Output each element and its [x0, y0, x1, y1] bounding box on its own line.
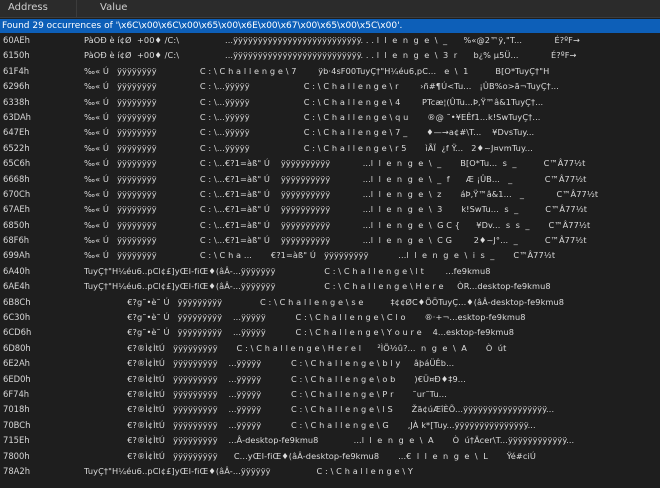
table-row[interactable]: 6D80h €?®Ì¢ÌtÚ ÿÿÿÿÿÿÿÿÿ C : \ C h a l l…	[0, 341, 660, 356]
table-row[interactable]: 70BCh €?®Ì¢ÌtÚ ÿÿÿÿÿÿÿÿÿ ...ÿÿÿÿÿ C : \ …	[0, 418, 660, 433]
address-cell: 6F74h	[3, 388, 30, 399]
search-status-bar: Found 29 occurrences of '\x6C\x00\x6C\x0…	[0, 19, 660, 33]
results-list: 60AEh PàOÐ è í¢Ø +00♦ /C:\ ...ÿÿÿÿÿÿÿÿÿÿÿ…	[0, 33, 660, 479]
value-cell: TuyÇ†"H¼éu6..pCl¢£]yŒI-fiŒ♦(âÂ-...ÿÿÿÿÿÿ…	[84, 465, 422, 476]
address-cell: 6E2Ah	[3, 358, 30, 369]
table-row[interactable]: 65C6h ‰« Ú ÿÿÿÿÿÿÿÿ C : \...€?1=àß" Ú ÿÿÿ…	[0, 156, 660, 171]
table-row[interactable]: 68F6h ‰« Ú ÿÿÿÿÿÿÿÿ C : \...€?1=àß" Ú ÿÿÿ…	[0, 233, 660, 248]
address-cell: 78A2h	[3, 465, 31, 476]
address-cell: 6A40h	[3, 265, 31, 276]
value-cell: €?®Ì¢ÌtÚ ÿÿÿÿÿÿÿÿÿ ...ÿÿÿÿÿ C : \ C h a …	[84, 388, 447, 399]
value-cell: ‰« Ú ÿÿÿÿÿÿÿÿ C : \...€?1=àß" Ú ÿÿÿÿÿÿÿÿ…	[84, 204, 588, 215]
address-cell: 6296h	[3, 81, 30, 92]
address-cell: 7800h	[3, 450, 30, 461]
address-cell: 6338h	[3, 96, 30, 107]
table-row[interactable]: 6522h ‰« Ú ÿÿÿÿÿÿÿÿ C : \...ÿÿÿÿÿ C : \ C…	[0, 141, 660, 156]
table-row[interactable]: 647Eh ‰« Ú ÿÿÿÿÿÿÿÿ C : \...ÿÿÿÿÿ C : \ C…	[0, 125, 660, 140]
value-column-header[interactable]: Value	[100, 2, 127, 13]
value-cell: €?®Ì¢ÌtÚ ÿÿÿÿÿÿÿÿÿ ...ÿÿÿÿÿ C : \ C h a …	[84, 358, 455, 369]
value-cell: €?g˜•è˜ Ú ÿÿÿÿÿÿÿÿÿ ...ÿÿÿÿÿ C : \ C h a…	[84, 312, 526, 323]
hex-search-results-window: Address Value Found 29 occurrences of '\…	[0, 0, 660, 488]
address-cell: 6C30h	[3, 312, 31, 323]
address-cell: 6B8Ch	[3, 296, 31, 307]
value-cell: €?®Ì¢ÌtÚ ÿÿÿÿÿÿÿÿÿ ...ÿÿÿÿÿ C : \ C h a …	[84, 404, 555, 415]
value-cell: ‰« Ú ÿÿÿÿÿÿÿÿ C : \ C h a l l e n g e \ …	[84, 65, 550, 76]
table-row[interactable]: 6668h ‰« Ú ÿÿÿÿÿÿÿÿ C : \...€?1=àß" Ú ÿÿÿ…	[0, 172, 660, 187]
table-row[interactable]: 6AE4h TuyÇ†"H¼éu6..pCl¢£]yŒI-fiŒ♦(âÂ-...ÿ…	[0, 279, 660, 294]
address-cell: 65C6h	[3, 158, 31, 169]
address-cell: 63DAh	[3, 111, 31, 122]
address-cell: 7018h	[3, 404, 30, 415]
value-cell: PàOÐ è í¢Ø +00♦ /C:\ ...ÿÿÿÿÿÿÿÿÿÿÿÿÿÿÿÿ…	[84, 50, 577, 61]
value-cell: PàOÐ è í¢Ø +00♦ /C:\ ...ÿÿÿÿÿÿÿÿÿÿÿÿÿÿÿÿ…	[84, 35, 580, 45]
address-cell: 6D80h	[3, 342, 31, 353]
address-cell: 715Eh	[3, 435, 30, 446]
address-cell: 61F4h	[3, 65, 30, 76]
address-cell: 6AE4h	[3, 281, 30, 292]
address-cell: 6150h	[3, 50, 30, 61]
value-cell: ‰« Ú ÿÿÿÿÿÿÿÿ C : \...ÿÿÿÿÿ C : \ C h a …	[84, 142, 533, 153]
value-cell: ‰« Ú ÿÿÿÿÿÿÿÿ C : \...€?1=àß" Ú ÿÿÿÿÿÿÿÿ…	[84, 235, 587, 246]
value-cell: €?®Ì¢ÌtÚ ÿÿÿÿÿÿÿÿÿ ...ÿÿÿÿÿ C : \ C h a …	[84, 373, 466, 384]
address-cell: 60AEh	[3, 35, 30, 45]
address-cell: 68F6h	[3, 235, 30, 246]
table-row[interactable]: 6150h PàOÐ è í¢Ø +00♦ /C:\ ...ÿÿÿÿÿÿÿÿÿÿÿ…	[0, 48, 660, 63]
table-row[interactable]: 6A40h TuyÇ†"H¼éu6..pCl¢£]yŒI-fiŒ♦(âÂ-...ÿ…	[0, 264, 660, 279]
table-row[interactable]: 6296h ‰« Ú ÿÿÿÿÿÿÿÿ C : \...ÿÿÿÿÿ C : \ C…	[0, 79, 660, 94]
value-cell: ‰« Ú ÿÿÿÿÿÿÿÿ C : \...ÿÿÿÿÿ C : \ C h a …	[84, 127, 535, 138]
value-cell: TuyÇ†"H¼éu6..pCl¢£]yŒI-fiŒ♦(âÂ-...ÿÿÿÿÿÿ…	[84, 281, 551, 292]
table-row[interactable]: 78A2h TuyÇ†"H¼éu6..pCl¢£]yŒI-fiŒ♦(âÂ-...ÿ…	[0, 464, 660, 479]
table-row[interactable]: 61F4h ‰« Ú ÿÿÿÿÿÿÿÿ C : \ C h a l l e n g…	[0, 64, 660, 79]
value-cell: €?®Ì¢ÌtÚ ÿÿÿÿÿÿÿÿÿ ...Â-desktop-fe9kmu8 …	[84, 435, 575, 446]
table-row[interactable]: 7800h €?®Ì¢ÌtÚ ÿÿÿÿÿÿÿÿÿ C...yŒI-fiŒ♦(âÂ…	[0, 449, 660, 464]
address-column-header[interactable]: Address	[8, 2, 58, 13]
table-row[interactable]: 6338h ‰« Ú ÿÿÿÿÿÿÿÿ C : \...ÿÿÿÿÿ C : \ C…	[0, 95, 660, 110]
table-row[interactable]: 6CD6h €?g˜•è˜ Ú ÿÿÿÿÿÿÿÿÿ ...ÿÿÿÿÿ C : \…	[0, 325, 660, 340]
value-cell: €?g˜•è˜ Ú ÿÿÿÿÿÿÿÿÿ C : \ C h a l l e n …	[84, 296, 565, 307]
address-cell: 6ED0h	[3, 373, 31, 384]
value-cell: ‰« Ú ÿÿÿÿÿÿÿÿ C : \ C h a ... €?1=àß" Ú …	[84, 250, 556, 261]
table-row[interactable]: 63DAh ‰« Ú ÿÿÿÿÿÿÿÿ C : \...ÿÿÿÿÿ C : \ C…	[0, 110, 660, 125]
value-cell: ‰« Ú ÿÿÿÿÿÿÿÿ C : \...ÿÿÿÿÿ C : \ C h a …	[84, 96, 544, 107]
address-cell: 670Ch	[3, 188, 31, 199]
value-cell: ‰« Ú ÿÿÿÿÿÿÿÿ C : \...ÿÿÿÿÿ C : \ C h a …	[84, 81, 559, 92]
column-header: Address Value	[0, 0, 660, 18]
column-separator[interactable]	[76, 0, 77, 17]
value-cell: €?®Ì¢ÌtÚ ÿÿÿÿÿÿÿÿÿ ...ÿÿÿÿÿ C : \ C h a …	[84, 419, 536, 430]
value-cell: €?g˜•è˜ Ú ÿÿÿÿÿÿÿÿÿ ...ÿÿÿÿÿ C : \ C h a…	[84, 327, 515, 338]
table-row[interactable]: 6F74h €?®Ì¢ÌtÚ ÿÿÿÿÿÿÿÿÿ ...ÿÿÿÿÿ C : \ …	[0, 387, 660, 402]
table-row[interactable]: 670Ch ‰« Ú ÿÿÿÿÿÿÿÿ C : \...€?1=àß" Ú ÿÿÿ…	[0, 187, 660, 202]
value-cell: ‰« Ú ÿÿÿÿÿÿÿÿ C : \...€?1=àß" Ú ÿÿÿÿÿÿÿÿ…	[84, 219, 591, 230]
value-cell: €?®Ì¢ÌtÚ ÿÿÿÿÿÿÿÿÿ C : \ C h a l l e n g…	[84, 342, 507, 353]
address-cell: 67AEh	[3, 204, 30, 215]
value-cell: ‰« Ú ÿÿÿÿÿÿÿÿ C : \...€?1=àß" Ú ÿÿÿÿÿÿÿÿ…	[84, 158, 586, 169]
address-cell: 6668h	[3, 173, 30, 184]
address-cell: 6CD6h	[3, 327, 32, 338]
address-cell: 6522h	[3, 142, 30, 153]
table-row[interactable]: 7018h €?®Ì¢ÌtÚ ÿÿÿÿÿÿÿÿÿ ...ÿÿÿÿÿ C : \ …	[0, 402, 660, 417]
table-row[interactable]: 6B8Ch €?g˜•è˜ Ú ÿÿÿÿÿÿÿÿÿ C : \ C h a l …	[0, 295, 660, 310]
value-cell: TuyÇ†"H¼éu6..pCl¢£]yŒI-fiŒ♦(âÂ-...ÿÿÿÿÿÿ…	[84, 265, 491, 276]
table-row[interactable]: 6E2Ah €?®Ì¢ÌtÚ ÿÿÿÿÿÿÿÿÿ ...ÿÿÿÿÿ C : \ …	[0, 356, 660, 371]
address-cell: 70BCh	[3, 419, 31, 430]
table-row[interactable]: 67AEh ‰« Ú ÿÿÿÿÿÿÿÿ C : \...€?1=àß" Ú ÿÿÿ…	[0, 202, 660, 217]
table-row[interactable]: 6ED0h €?®Ì¢ÌtÚ ÿÿÿÿÿÿÿÿÿ ...ÿÿÿÿÿ C : \ …	[0, 372, 660, 387]
table-row[interactable]: 699Ah ‰« Ú ÿÿÿÿÿÿÿÿ C : \ C h a ... €?1=à…	[0, 248, 660, 263]
address-cell: 699Ah	[3, 250, 31, 261]
table-row[interactable]: 60AEh PàOÐ è í¢Ø +00♦ /C:\ ...ÿÿÿÿÿÿÿÿÿÿÿ…	[0, 33, 660, 48]
address-cell: 6850h	[3, 219, 30, 230]
address-cell: 647Eh	[3, 127, 30, 138]
table-row[interactable]: 6C30h €?g˜•è˜ Ú ÿÿÿÿÿÿÿÿÿ ...ÿÿÿÿÿ C : \…	[0, 310, 660, 325]
value-cell: ‰« Ú ÿÿÿÿÿÿÿÿ C : \...€?1=àß" Ú ÿÿÿÿÿÿÿÿ…	[84, 188, 599, 199]
value-cell: €?®Ì¢ÌtÚ ÿÿÿÿÿÿÿÿÿ C...yŒI-fiŒ♦(âÂ-deskt…	[84, 450, 536, 461]
table-row[interactable]: 715Eh €?®Ì¢ÌtÚ ÿÿÿÿÿÿÿÿÿ ...Â-desktop-fe…	[0, 433, 660, 448]
value-cell: ‰« Ú ÿÿÿÿÿÿÿÿ C : \...€?1=àß" Ú ÿÿÿÿÿÿÿÿ…	[84, 173, 587, 184]
table-row[interactable]: 6850h ‰« Ú ÿÿÿÿÿÿÿÿ C : \...€?1=àß" Ú ÿÿÿ…	[0, 218, 660, 233]
value-cell: ‰« Ú ÿÿÿÿÿÿÿÿ C : \...ÿÿÿÿÿ C : \ C h a …	[84, 111, 541, 122]
